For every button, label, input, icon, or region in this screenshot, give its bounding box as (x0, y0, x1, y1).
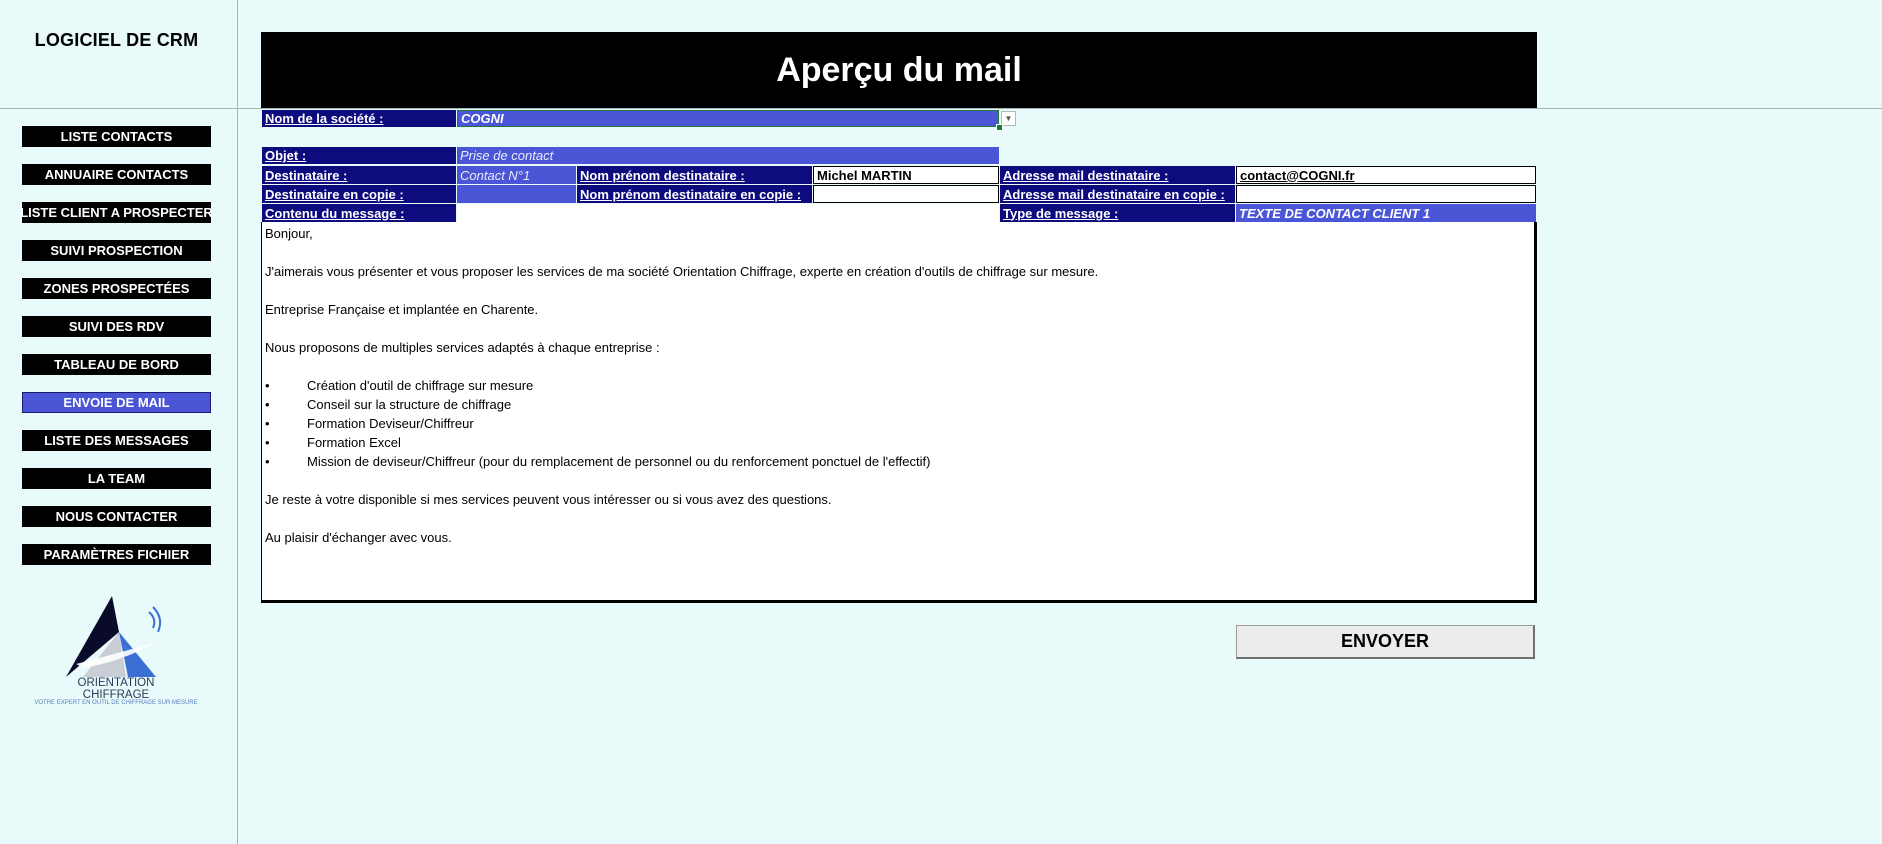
subject-label: Objet : (262, 147, 456, 164)
list-item: • Formation Deviseur/Chiffreur (265, 414, 1531, 433)
content-label: Contenu du message : (262, 204, 456, 222)
cc-label: Destinataire en copie : (262, 185, 456, 203)
message-location: Entreprise Française et implantée en Cha… (265, 302, 539, 317)
company-select[interactable]: COGNI (457, 110, 999, 127)
service-text: Formation Excel (307, 435, 401, 450)
bullet-icon: • (265, 378, 270, 393)
recipient-label: Destinataire : (262, 166, 456, 184)
message-closing-1: Je reste à votre disponible si mes servi… (265, 492, 832, 507)
logo-text-orientation: ORIENTATION (77, 677, 155, 689)
send-button[interactable]: ENVOYER (1236, 625, 1535, 659)
message-greeting: Bonjour, (265, 226, 313, 241)
message-type-label: Type de message : (1000, 204, 1235, 222)
chevron-down-icon: ▼ (1004, 114, 1013, 123)
nav-liste-des-messages[interactable]: LISTE DES MESSAGES (22, 430, 211, 451)
nav-annuaire-contacts[interactable]: ANNUAIRE CONTACTS (22, 164, 211, 185)
app-title: LOGICIEL DE CRM (34, 30, 199, 50)
message-intro: J'aimerais vous présenter et vous propos… (265, 264, 1099, 279)
nav-tableau-de-bord[interactable]: TABLEAU DE BORD (22, 354, 211, 375)
nav-nous-contacter[interactable]: NOUS CONTACTER (22, 506, 211, 527)
logo-tagline: VOTRE EXPERT EN OUTIL DE CHIFFRAGE SUR M… (34, 700, 198, 706)
nav-zones-prospectees[interactable]: ZONES PROSPECTÉES (22, 278, 211, 299)
page-title: Aperçu du mail (261, 32, 1537, 108)
sidebar-divider (237, 0, 238, 844)
cc-email-label: Adresse mail destinataire en copie : (1000, 185, 1235, 203)
nav-parametres-fichier[interactable]: PARAMÈTRES FICHIER (22, 544, 211, 565)
message-closing-2: Au plaisir d'échanger avec vous. (265, 530, 452, 545)
list-item: • Mission de deviseur/Chiffreur (pour du … (265, 452, 1531, 471)
bullet-icon: • (265, 397, 270, 412)
service-text: Conseil sur la structure de chiffrage (307, 397, 512, 412)
message-services-intro: Nous proposons de multiples services ada… (265, 340, 660, 355)
cc-name-field[interactable] (813, 185, 999, 203)
list-item: • Conseil sur la structure de chiffrage (265, 395, 1531, 414)
bullet-icon: • (265, 454, 270, 469)
recipient-name-field[interactable]: Michel MARTIN (813, 166, 999, 184)
company-dropdown-button[interactable]: ▼ (1001, 111, 1016, 126)
recipient-field[interactable]: Contact N°1 (457, 166, 576, 184)
nav-envoie-de-mail[interactable]: ENVOIE DE MAIL (22, 392, 211, 413)
list-item: • Création d'outil de chiffrage sur mesur… (265, 376, 1531, 395)
cell-selection-handle (996, 124, 1003, 131)
company-label: Nom de la société : (262, 110, 456, 127)
nav-liste-client-a-prospecter[interactable]: LISTE CLIENT A PROSPECTER (20, 202, 213, 223)
recipient-email-label: Adresse mail destinataire : (1000, 166, 1235, 184)
service-text: Formation Deviseur/Chiffreur (307, 416, 474, 431)
subject-field[interactable]: Prise de contact (457, 147, 999, 164)
recipient-name-label: Nom prénom destinataire : (577, 166, 812, 184)
cc-field[interactable] (457, 185, 576, 203)
header-divider (0, 108, 1882, 109)
nav-suivi-prospection[interactable]: SUIVI PROSPECTION (22, 240, 211, 261)
bullet-icon: • (265, 435, 270, 450)
service-text: Mission de deviseur/Chiffreur (pour du r… (307, 454, 931, 469)
cc-name-label: Nom prénom destinataire en copie : (577, 185, 812, 203)
message-type-field[interactable]: TEXTE DE CONTACT CLIENT 1 (1236, 204, 1536, 222)
nav-liste-contacts[interactable]: LISTE CONTACTS (22, 126, 211, 147)
nav-suivi-des-rdv[interactable]: SUIVI DES RDV (22, 316, 211, 337)
cc-email-field[interactable] (1236, 185, 1536, 203)
service-text: Création d'outil de chiffrage sur mesure (307, 378, 534, 393)
message-body[interactable]: Bonjour, J'aimerais vous présenter et vo… (261, 222, 1537, 603)
recipient-email-field[interactable]: contact@COGNI.fr (1236, 166, 1536, 184)
nav-la-team[interactable]: LA TEAM (22, 468, 211, 489)
content-header-spacer (457, 204, 999, 222)
list-item: • Formation Excel (265, 433, 1531, 452)
bullet-icon: • (265, 416, 270, 431)
